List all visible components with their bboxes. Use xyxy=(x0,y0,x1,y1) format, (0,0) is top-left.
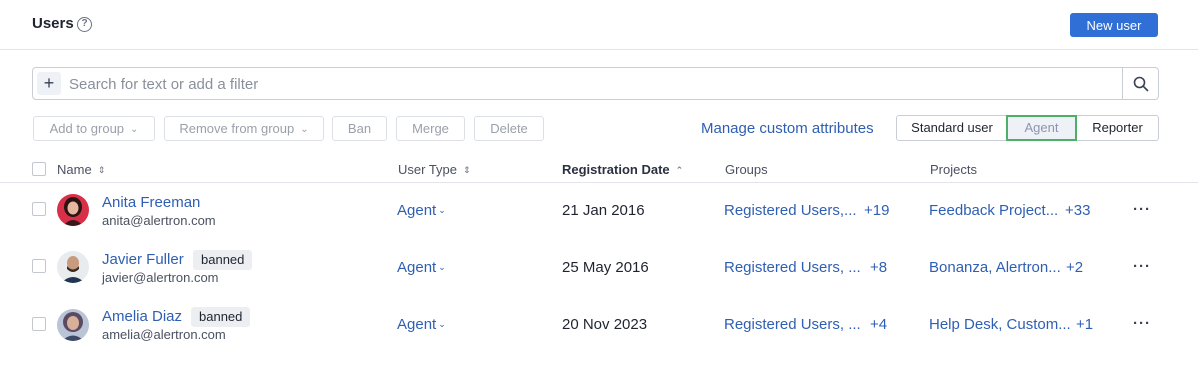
groups-more-count[interactable]: +8 xyxy=(870,259,887,276)
more-actions-icon[interactable]: ··· xyxy=(1133,258,1151,275)
status-badge: banned xyxy=(191,307,251,327)
more-actions-icon[interactable]: ··· xyxy=(1133,201,1151,218)
column-registration-date[interactable]: Registration Date ⌃ xyxy=(562,162,683,177)
segment-standard-user[interactable]: Standard user xyxy=(896,115,1008,141)
groups-link[interactable]: Registered Users,... xyxy=(724,202,857,219)
sort-ascending-icon: ⌃ xyxy=(675,165,684,175)
help-icon[interactable]: ? xyxy=(77,17,92,32)
user-type-label: Agent xyxy=(397,316,437,333)
sort-icon: ⇕ xyxy=(463,165,471,175)
page-header: Users ? New user xyxy=(0,0,1198,50)
column-name-label: Name xyxy=(57,162,92,177)
user-name[interactable]: Javier Fuller xyxy=(102,251,184,268)
user-type-dropdown[interactable]: Agent ⌄ xyxy=(397,316,446,333)
user-type-dropdown[interactable]: Agent ⌄ xyxy=(397,202,446,219)
chevron-down-icon: ⌄ xyxy=(300,124,309,135)
column-projects: Projects xyxy=(930,162,977,177)
projects-more-count[interactable]: +2 xyxy=(1066,259,1083,276)
search-icon[interactable] xyxy=(1123,68,1159,99)
user-email: javier@alertron.com xyxy=(102,270,219,285)
page-title: Users xyxy=(32,15,74,32)
users-page: Users ? New user + Add to group ⌄ Remove … xyxy=(0,0,1198,367)
sort-icon: ⇕ xyxy=(97,165,106,175)
row-checkbox[interactable] xyxy=(32,202,46,216)
select-all-checkbox[interactable] xyxy=(32,162,46,176)
search-input[interactable] xyxy=(69,73,1109,95)
groups-link[interactable]: Registered Users, ... xyxy=(724,316,861,333)
manage-custom-attributes-link[interactable]: Manage custom attributes xyxy=(701,120,874,137)
new-user-button[interactable]: New user xyxy=(1070,13,1158,37)
status-badge: banned xyxy=(193,250,253,270)
user-email: amelia@alertron.com xyxy=(102,327,226,342)
chevron-down-icon: ⌄ xyxy=(438,205,446,215)
column-name[interactable]: Name ⇕ xyxy=(57,162,105,177)
groups-link[interactable]: Registered Users, ... xyxy=(724,259,861,276)
user-type-label: Agent xyxy=(397,259,437,276)
table-row[interactable]: Javier Fuller banned javier@alertron.com… xyxy=(0,240,1198,297)
chevron-down-icon: ⌄ xyxy=(130,124,139,135)
add-to-group-button[interactable]: Add to group ⌄ xyxy=(33,116,155,141)
registration-date: 25 May 2016 xyxy=(562,259,649,276)
groups-more-count[interactable]: +19 xyxy=(864,202,889,219)
column-user-type[interactable]: User Type ⇕ xyxy=(398,162,471,177)
projects-link[interactable]: Bonanza, Alertron... xyxy=(929,259,1061,276)
avatar xyxy=(57,309,89,341)
user-email: anita@alertron.com xyxy=(102,213,216,228)
avatar xyxy=(57,194,89,226)
segment-reporter[interactable]: Reporter xyxy=(1076,115,1159,141)
avatar xyxy=(57,251,89,283)
more-actions-icon[interactable]: ··· xyxy=(1133,315,1151,332)
projects-more-count[interactable]: +33 xyxy=(1065,202,1090,219)
merge-button[interactable]: Merge xyxy=(396,116,465,141)
row-checkbox[interactable] xyxy=(32,317,46,331)
projects-more-count[interactable]: +1 xyxy=(1076,316,1093,333)
column-groups: Groups xyxy=(725,162,768,177)
delete-button[interactable]: Delete xyxy=(474,116,544,141)
projects-link[interactable]: Feedback Project... xyxy=(929,202,1058,219)
ban-button[interactable]: Ban xyxy=(332,116,387,141)
remove-from-group-label: Remove from group xyxy=(179,121,295,136)
user-name[interactable]: Amelia Diaz xyxy=(102,308,182,325)
search-bar: + xyxy=(32,67,1159,100)
table-header: Name ⇕ User Type ⇕ Registration Date ⌃ Grou… xyxy=(0,155,1198,183)
add-filter-icon[interactable]: + xyxy=(37,72,61,95)
segment-agent[interactable]: Agent xyxy=(1006,115,1077,141)
chevron-down-icon: ⌄ xyxy=(438,262,446,272)
user-type-label: Agent xyxy=(397,202,437,219)
column-registration-date-label: Registration Date xyxy=(562,162,670,177)
add-to-group-label: Add to group xyxy=(49,121,125,136)
registration-date: 21 Jan 2016 xyxy=(562,202,645,219)
column-user-type-label: User Type xyxy=(398,162,458,177)
registration-date: 20 Nov 2023 xyxy=(562,316,648,333)
table-row[interactable]: Amelia Diaz banned amelia@alertron.com A… xyxy=(0,297,1198,354)
remove-from-group-button[interactable]: Remove from group ⌄ xyxy=(164,116,324,141)
chevron-down-icon: ⌄ xyxy=(438,319,446,329)
groups-more-count[interactable]: +4 xyxy=(870,316,887,333)
table-row[interactable]: Anita Freeman anita@alertron.com Agent ⌄ … xyxy=(0,183,1198,240)
user-type-dropdown[interactable]: Agent ⌄ xyxy=(397,259,446,276)
row-checkbox[interactable] xyxy=(32,259,46,273)
projects-link[interactable]: Help Desk, Custom... xyxy=(929,316,1071,333)
user-name[interactable]: Anita Freeman xyxy=(102,194,200,211)
